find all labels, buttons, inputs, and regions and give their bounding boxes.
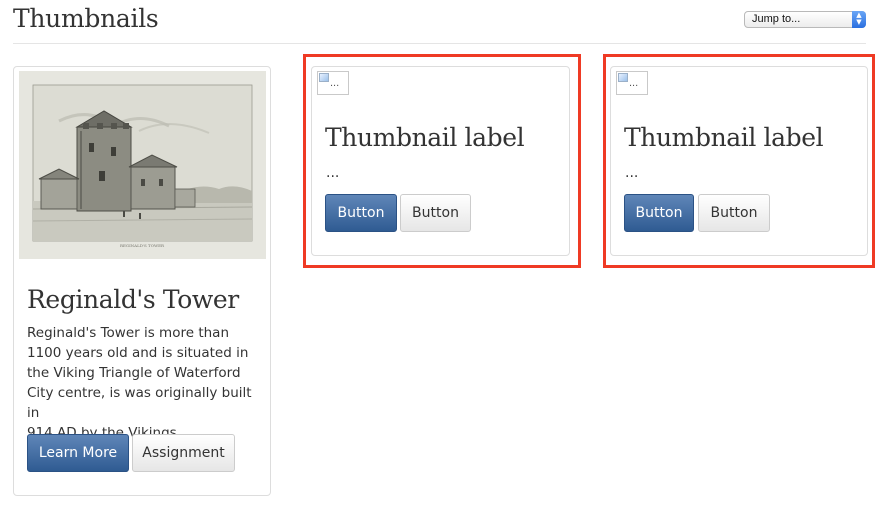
assignment-button[interactable]: Assignment: [132, 434, 235, 472]
header-divider: [13, 43, 866, 44]
learn-more-button[interactable]: Learn More: [27, 434, 129, 472]
thumbnail-card-reginalds-tower: REGINALD'S TOWER Reginald's Tower Regina…: [13, 66, 271, 496]
page-title: Thumbnails: [13, 4, 159, 33]
highlight-box: [303, 54, 581, 268]
jump-to-selected-value: Jump to...: [752, 13, 801, 25]
description-line: the Viking Triangle of Waterford: [27, 365, 241, 381]
description-line: Reginald's Tower is more than: [27, 325, 229, 341]
thumbnail-title: Reginald's Tower: [27, 285, 239, 314]
description-line: 1100 years old and is situated in: [27, 345, 249, 361]
engraving-caption: REGINALD'S TOWER: [120, 243, 165, 248]
reginalds-tower-image: REGINALD'S TOWER: [19, 71, 266, 259]
description-line: City centre, is was originally built in: [27, 385, 252, 421]
highlight-box: [603, 54, 875, 268]
select-stepper-icon: ▲ ▼: [852, 11, 866, 28]
thumbnail-description: Reginald's Tower is more than 1100 years…: [27, 323, 267, 443]
jump-to-select[interactable]: Jump to... ▲ ▼: [744, 11, 866, 28]
